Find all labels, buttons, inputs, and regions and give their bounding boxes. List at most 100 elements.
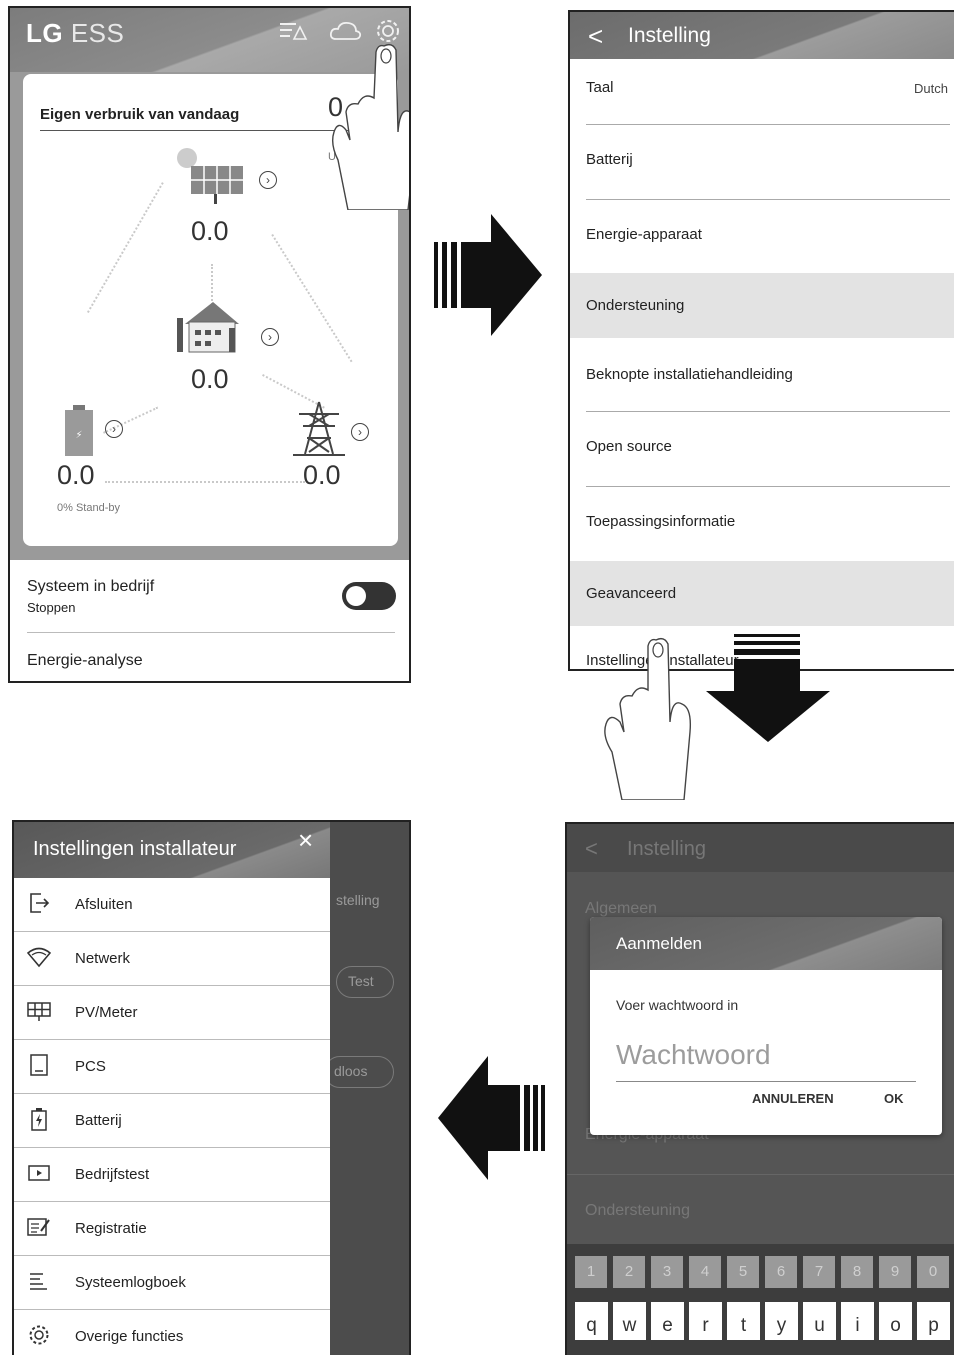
battery-detail-button[interactable]: ›	[105, 420, 123, 438]
key[interactable]: 6	[765, 1256, 797, 1288]
arrow-down-icon	[706, 634, 830, 742]
menu-item-afsluiten[interactable]: Afsluiten	[14, 878, 330, 932]
flow-line	[87, 182, 164, 313]
system-title: Systeem in bedrijf	[27, 578, 155, 595]
key[interactable]: t	[727, 1302, 760, 1340]
row-label: Beknopte installatiehandleiding	[586, 366, 793, 383]
home-detail-button[interactable]: ›	[261, 328, 279, 346]
settings-row-language[interactable]: Taal Dutch	[570, 59, 954, 125]
settings-row-open-source[interactable]: Open source	[570, 412, 954, 487]
settings-row-quick-guide[interactable]: Beknopte installatiehandleiding	[570, 338, 954, 412]
key[interactable]: y	[765, 1302, 798, 1340]
back-button[interactable]: <	[588, 21, 603, 52]
divider	[27, 632, 395, 633]
background-text: dloos	[334, 1063, 368, 1079]
login-dialog: Aanmelden Voer wachtwoord in Wachtwoord …	[590, 917, 942, 1135]
menu-item-pv-meter[interactable]: PV/Meter	[14, 986, 330, 1040]
notification-icon[interactable]	[278, 20, 308, 42]
solar-panel-icon	[27, 1002, 51, 1021]
installer-menu: Afsluiten Netwerk PV/Meter PCS Batterij …	[14, 878, 330, 1355]
battery-icon: ⚡	[65, 405, 93, 456]
ok-button[interactable]: OK	[884, 1091, 904, 1106]
menu-item-label: Overige functies	[75, 1328, 184, 1345]
battery-value: 0.0	[57, 460, 95, 490]
solar-panel-icon	[177, 148, 243, 204]
password-field[interactable]: Wachtwoord	[616, 1037, 916, 1082]
menu-item-overige-functies[interactable]: Overige functies	[14, 1310, 330, 1355]
key[interactable]: 5	[727, 1256, 759, 1288]
key[interactable]: e	[651, 1302, 684, 1340]
cloud-icon[interactable]	[328, 20, 362, 42]
menu-item-systeemlogboek[interactable]: Systeemlogboek	[14, 1256, 330, 1310]
cancel-button[interactable]: ANNULEREN	[752, 1091, 834, 1106]
power-grid-icon	[293, 401, 345, 456]
key[interactable]: p	[917, 1302, 950, 1340]
menu-item-pcs[interactable]: PCS	[14, 1040, 330, 1094]
key[interactable]: 3	[651, 1256, 683, 1288]
card-title: Eigen verbruik van vandaag	[40, 106, 240, 123]
installer-menu-header: Instellingen installateur ×	[14, 822, 330, 878]
menu-item-label: Afsluiten	[75, 896, 133, 913]
back-icon: <	[585, 836, 598, 861]
grid-detail-button[interactable]: ›	[351, 423, 369, 441]
flow-line	[271, 234, 353, 363]
background-text: Ondersteuning	[585, 1202, 690, 1219]
svg-text:⚡: ⚡	[75, 430, 82, 441]
key[interactable]: 8	[841, 1256, 873, 1288]
settings-title: Instelling	[628, 24, 711, 47]
language-value: Dutch	[914, 81, 948, 96]
menu-item-registratie[interactable]: Registratie	[14, 1202, 330, 1256]
menu-item-netwerk[interactable]: Netwerk	[14, 932, 330, 986]
row-label: Batterij	[586, 151, 633, 168]
home-value: 0.0	[191, 364, 229, 394]
grid-value: 0.0	[303, 460, 341, 490]
background-text: Test	[348, 973, 374, 989]
key[interactable]: o	[879, 1302, 912, 1340]
key[interactable]: 9	[879, 1256, 911, 1288]
password-placeholder: Wachtwoord	[616, 1039, 771, 1070]
home-screen: LG ESS Eigen verbruik van vandaag 0 U › …	[8, 6, 411, 683]
menu-item-label: Registratie	[75, 1220, 147, 1237]
close-icon[interactable]: ×	[298, 825, 313, 856]
menu-item-label: Systeemlogboek	[75, 1274, 186, 1291]
wifi-icon	[27, 947, 51, 968]
installer-menu-screen: stelling Test dloos Instellingen install…	[12, 820, 411, 1355]
settings-row-energy-device[interactable]: Energie-apparaat	[570, 200, 954, 273]
row-label: Taal	[586, 79, 614, 96]
key[interactable]: 1	[575, 1256, 607, 1288]
key[interactable]: u	[803, 1302, 836, 1340]
key[interactable]: 0	[917, 1256, 949, 1288]
registration-icon	[27, 1218, 50, 1236]
solar-value: 0.0	[191, 216, 229, 246]
background-text: Algemeen	[585, 900, 658, 917]
row-label: Energie-apparaat	[586, 226, 702, 243]
key[interactable]: i	[841, 1302, 874, 1340]
system-status: Stoppen	[27, 600, 76, 615]
arrow-right-icon	[434, 214, 542, 336]
solar-detail-button[interactable]: ›	[259, 171, 277, 189]
section-label: Ondersteuning	[586, 297, 685, 314]
key[interactable]: 2	[613, 1256, 645, 1288]
settings-row-app-info[interactable]: Toepassingsinformatie	[570, 487, 954, 561]
dialog-title: Aanmelden	[616, 934, 703, 953]
settings-row-battery[interactable]: Batterij	[570, 125, 954, 200]
menu-item-bedrijfstest[interactable]: Bedrijfstest	[14, 1148, 330, 1202]
dialog-header: Aanmelden	[590, 917, 942, 970]
key[interactable]: 7	[803, 1256, 835, 1288]
system-toggle[interactable]	[342, 582, 396, 610]
key[interactable]: w	[613, 1302, 646, 1340]
key[interactable]: r	[689, 1302, 722, 1340]
battery-icon	[31, 1108, 47, 1131]
key[interactable]: q	[575, 1302, 608, 1340]
gear-icon	[29, 1325, 49, 1345]
play-icon	[28, 1165, 50, 1181]
row-label: Toepassingsinformatie	[586, 513, 736, 530]
energy-analysis-item[interactable]: Energie-analyse	[27, 652, 143, 670]
menu-item-batterij[interactable]: Batterij	[14, 1094, 330, 1148]
key[interactable]: 4	[689, 1256, 721, 1288]
exit-icon	[30, 893, 50, 913]
menu-item-label: Batterij	[75, 1112, 122, 1129]
keyboard: 1 2 3 4 5 6 7 8 9 0 q w e r t y u i o p	[567, 1244, 954, 1355]
arrow-left-icon	[438, 1056, 545, 1180]
dimmed-header: < Instelling	[567, 824, 954, 872]
